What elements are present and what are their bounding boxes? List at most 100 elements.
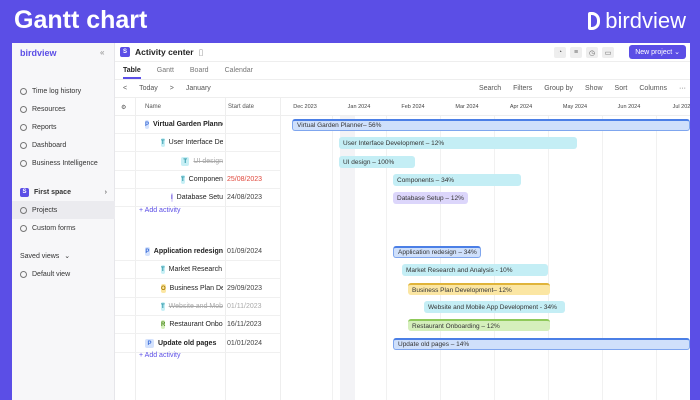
gantt-bar[interactable]: User Interface Development – 12% xyxy=(339,137,577,149)
table-row[interactable]: T UI design xyxy=(115,153,280,171)
label: Business Intelligence xyxy=(32,159,98,167)
gantt-bar[interactable]: Business Plan Development– 12% xyxy=(408,283,550,295)
activity-name[interactable]: Website and Mobile App Development xyxy=(169,303,223,310)
header-title: Activity center xyxy=(135,47,194,57)
gantt-bar[interactable]: Components – 34% xyxy=(393,174,521,186)
name-column-header[interactable]: Name xyxy=(145,104,161,110)
gantt-bar[interactable]: UI design – 100% xyxy=(339,156,415,168)
sidebar-item-reports[interactable]: Reports xyxy=(12,118,115,136)
add-activity-button[interactable]: + Add activity xyxy=(139,352,180,359)
tab-board[interactable]: Board xyxy=(190,67,209,74)
sort-button[interactable]: Sort xyxy=(615,85,628,92)
next-button[interactable]: > xyxy=(170,85,174,92)
gantt-bar[interactable]: Market Research and Analysis - 10% xyxy=(402,264,548,276)
group-by-button[interactable]: Group by xyxy=(544,85,573,92)
activity-name[interactable]: Restaurant Onboarding xyxy=(169,321,223,328)
table-row[interactable]: I Database Setup 24/08/2023 xyxy=(115,189,280,207)
folder-icon xyxy=(20,123,27,131)
form-icon xyxy=(20,224,27,232)
new-project-button[interactable]: New project ⌄ xyxy=(629,45,686,59)
clock-icon xyxy=(20,87,27,95)
type-badge: T xyxy=(181,157,190,166)
start-date: 01/09/2024 xyxy=(227,248,263,255)
start-date-column-header[interactable]: Start date xyxy=(228,104,254,110)
view-tabs: Table Gantt Board Calendar xyxy=(115,62,690,80)
month-label: Dec 2023 xyxy=(293,104,317,110)
tab-calendar[interactable]: Calendar xyxy=(225,67,253,74)
columns-button[interactable]: Columns xyxy=(639,85,667,92)
label: Reports xyxy=(32,123,57,131)
filters-button[interactable]: Filters xyxy=(513,85,532,92)
table-row[interactable]: T Market Research and Analysis xyxy=(115,261,280,279)
type-badge: P xyxy=(145,120,150,129)
month-label: Jun 2024 xyxy=(617,104,641,110)
table-row[interactable]: T Website and Mobile App Development 01/11… xyxy=(115,298,280,316)
table-row[interactable]: O Business Plan Development 29/09/2023 xyxy=(115,280,280,298)
sidebar-item-time-log[interactable]: Time log history xyxy=(12,82,115,100)
start-date: 16/11/2023 xyxy=(227,321,262,328)
timer-icon[interactable]: ◷ xyxy=(586,47,598,58)
collapse-sidebar-button[interactable]: « xyxy=(100,48,104,57)
gantt-bar[interactable]: Restaurant Onboarding – 12% xyxy=(408,319,550,331)
table-row[interactable]: RRestaurant Onboarding 16/11/2023 xyxy=(115,316,280,334)
show-button[interactable]: Show xyxy=(585,85,603,92)
view-icon xyxy=(20,270,27,278)
chevron-down-icon: ⌄ xyxy=(64,253,71,260)
sidebar-item-resources[interactable]: Resources xyxy=(12,100,115,118)
sidebar-item-custom-forms[interactable]: Custom forms xyxy=(12,219,115,237)
settings-icon[interactable]: ⚙ xyxy=(121,104,126,111)
gantt-bar[interactable]: Application redesign – 34% xyxy=(393,246,481,258)
tab-gantt[interactable]: Gantt xyxy=(157,67,174,74)
label: Resources xyxy=(32,105,66,113)
list-icon[interactable]: ≡ xyxy=(570,47,582,58)
gantt-bar[interactable]: Update old pages – 14% xyxy=(393,338,690,350)
brand-name: birdview xyxy=(605,8,686,33)
table-row[interactable]: P Virtual Garden Planner xyxy=(115,116,280,134)
sidebar-item-projects[interactable]: Projects xyxy=(12,201,115,219)
sidebar-space[interactable]: S First space › xyxy=(12,183,115,201)
activity-name[interactable]: Business Plan Development xyxy=(170,285,223,292)
search-button[interactable]: Search xyxy=(479,85,501,92)
gantt-bar[interactable]: Virtual Garden Planner– 56% xyxy=(292,119,690,131)
user-icon xyxy=(20,105,27,113)
activity-name[interactable]: Database Setup xyxy=(177,194,223,201)
type-badge: T xyxy=(161,138,165,147)
activity-name[interactable]: Virtual Garden Planner xyxy=(153,121,223,128)
add-activity-button[interactable]: + Add activity xyxy=(139,207,180,214)
prev-button[interactable]: < xyxy=(123,85,127,92)
gauge-icon xyxy=(20,141,27,149)
gantt-bar[interactable]: Website and Mobile App Development - 34% xyxy=(424,301,565,313)
activity-name[interactable]: UI design xyxy=(193,158,223,165)
start-date: 29/09/2023 xyxy=(227,285,263,292)
type-badge: T xyxy=(161,302,165,311)
activity-name[interactable]: User Interface Development xyxy=(169,139,223,146)
today-button[interactable]: Today xyxy=(139,85,158,92)
type-badge: P xyxy=(145,247,150,256)
main-area: S Activity center ▯ ◔ ≡ ◷ ▭ New project ⌄ Tab… xyxy=(115,43,690,400)
table-row[interactable]: T Components 25/08/2023 xyxy=(115,171,280,189)
activity-name[interactable]: Components xyxy=(189,176,223,183)
type-badge: P xyxy=(145,339,154,348)
gantt-bar[interactable]: Database Setup – 12% xyxy=(393,192,468,204)
saved-views-toggle[interactable]: Saved views ⌄ xyxy=(12,247,115,265)
table-row[interactable]: T User Interface Development xyxy=(115,134,280,152)
page-title: Gantt chart xyxy=(14,6,148,34)
table-row[interactable]: P Application redesign 01/09/2024 xyxy=(115,243,280,261)
table-row[interactable]: P Update old pages 01/01/2024 xyxy=(115,335,280,353)
sidebar-item-default-view[interactable]: Default view xyxy=(12,265,115,283)
sidebar-item-bi[interactable]: Business Intelligence xyxy=(12,154,115,172)
chat-icon[interactable]: ▭ xyxy=(602,47,614,58)
label: Projects xyxy=(32,206,58,214)
tab-table[interactable]: Table xyxy=(123,67,141,79)
label: Time log history xyxy=(32,87,82,95)
bell-icon[interactable]: ◔ xyxy=(554,47,566,58)
activity-name[interactable]: Application redesign xyxy=(154,248,223,255)
sidebar-item-dashboard[interactable]: Dashboard xyxy=(12,136,115,154)
activity-name[interactable]: Update old pages xyxy=(158,340,216,347)
activity-name[interactable]: Market Research and Analysis xyxy=(169,266,223,273)
more-button[interactable]: ··· xyxy=(679,85,686,92)
bookmark-icon[interactable]: ▯ xyxy=(199,47,204,58)
gantt-chart: Dec 2023 Jan 2024 Feb 2024 Mar 2024 Apr 2024… xyxy=(280,98,690,400)
type-badge: T xyxy=(181,175,185,184)
month-label: January xyxy=(185,85,211,92)
